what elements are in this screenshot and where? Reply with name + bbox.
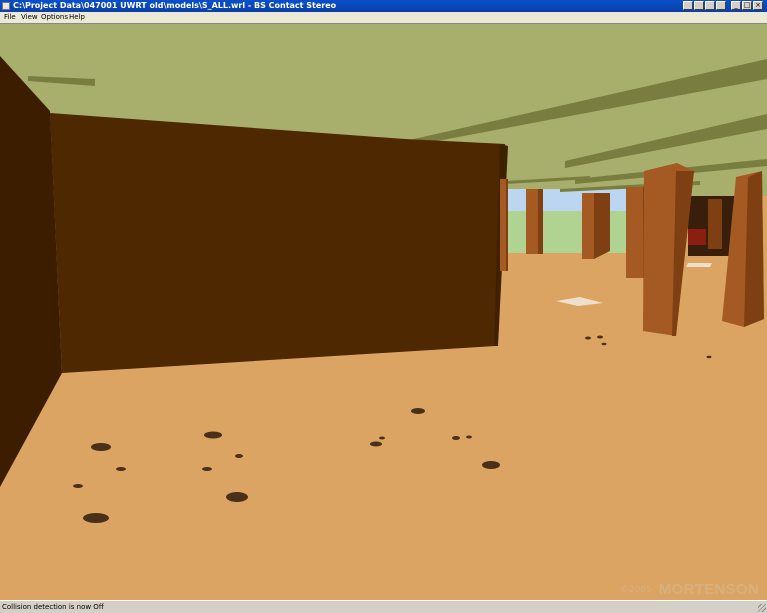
column-3-side <box>594 193 610 259</box>
red-object <box>688 229 706 245</box>
menu-view[interactable]: View <box>20 12 39 23</box>
column-2-side <box>538 189 543 254</box>
minimize-button[interactable]: _ <box>731 1 741 10</box>
floor-patch-2 <box>686 263 712 267</box>
menu-file[interactable]: File <box>3 12 17 23</box>
menu-help[interactable]: Help <box>68 12 86 23</box>
column-1 <box>500 179 506 271</box>
menu-options[interactable]: Options <box>40 12 69 23</box>
3d-viewport[interactable]: ©2005 MORTENSON <box>0 23 767 601</box>
app-window: C:\Project Data\047001 UWRT old\models\S… <box>0 0 767 613</box>
grass <box>505 211 640 253</box>
watermark-copyright: ©2005 <box>619 584 652 595</box>
column-7 <box>708 199 722 249</box>
status-bar: Collision detection is now Off <box>0 600 767 613</box>
sky <box>505 189 640 213</box>
toolbar-icon-4[interactable] <box>716 1 726 10</box>
title-bar[interactable]: C:\Project Data\047001 UWRT old\models\S… <box>0 0 767 12</box>
maximize-button[interactable]: □ <box>742 1 752 10</box>
mortenson-watermark: ©2005 MORTENSON <box>620 579 759 598</box>
close-button[interactable]: × <box>753 1 763 10</box>
toolbar-icon-2[interactable] <box>694 1 704 10</box>
menu-bar: File View Options Help <box>0 12 767 23</box>
toolbar-icon-1[interactable] <box>683 1 693 10</box>
app-icon[interactable] <box>2 2 10 10</box>
toolbar-icon-3[interactable] <box>705 1 715 10</box>
window-title: C:\Project Data\047001 UWRT old\models\S… <box>13 1 337 10</box>
column-4 <box>626 187 643 278</box>
column-3 <box>582 193 594 259</box>
scene-render[interactable] <box>0 24 767 601</box>
column-2 <box>526 189 538 254</box>
watermark-brand: MORTENSON <box>658 581 759 598</box>
main-wall <box>50 113 505 373</box>
resize-grip-icon[interactable] <box>758 604 766 612</box>
status-text: Collision detection is now Off <box>2 603 104 611</box>
